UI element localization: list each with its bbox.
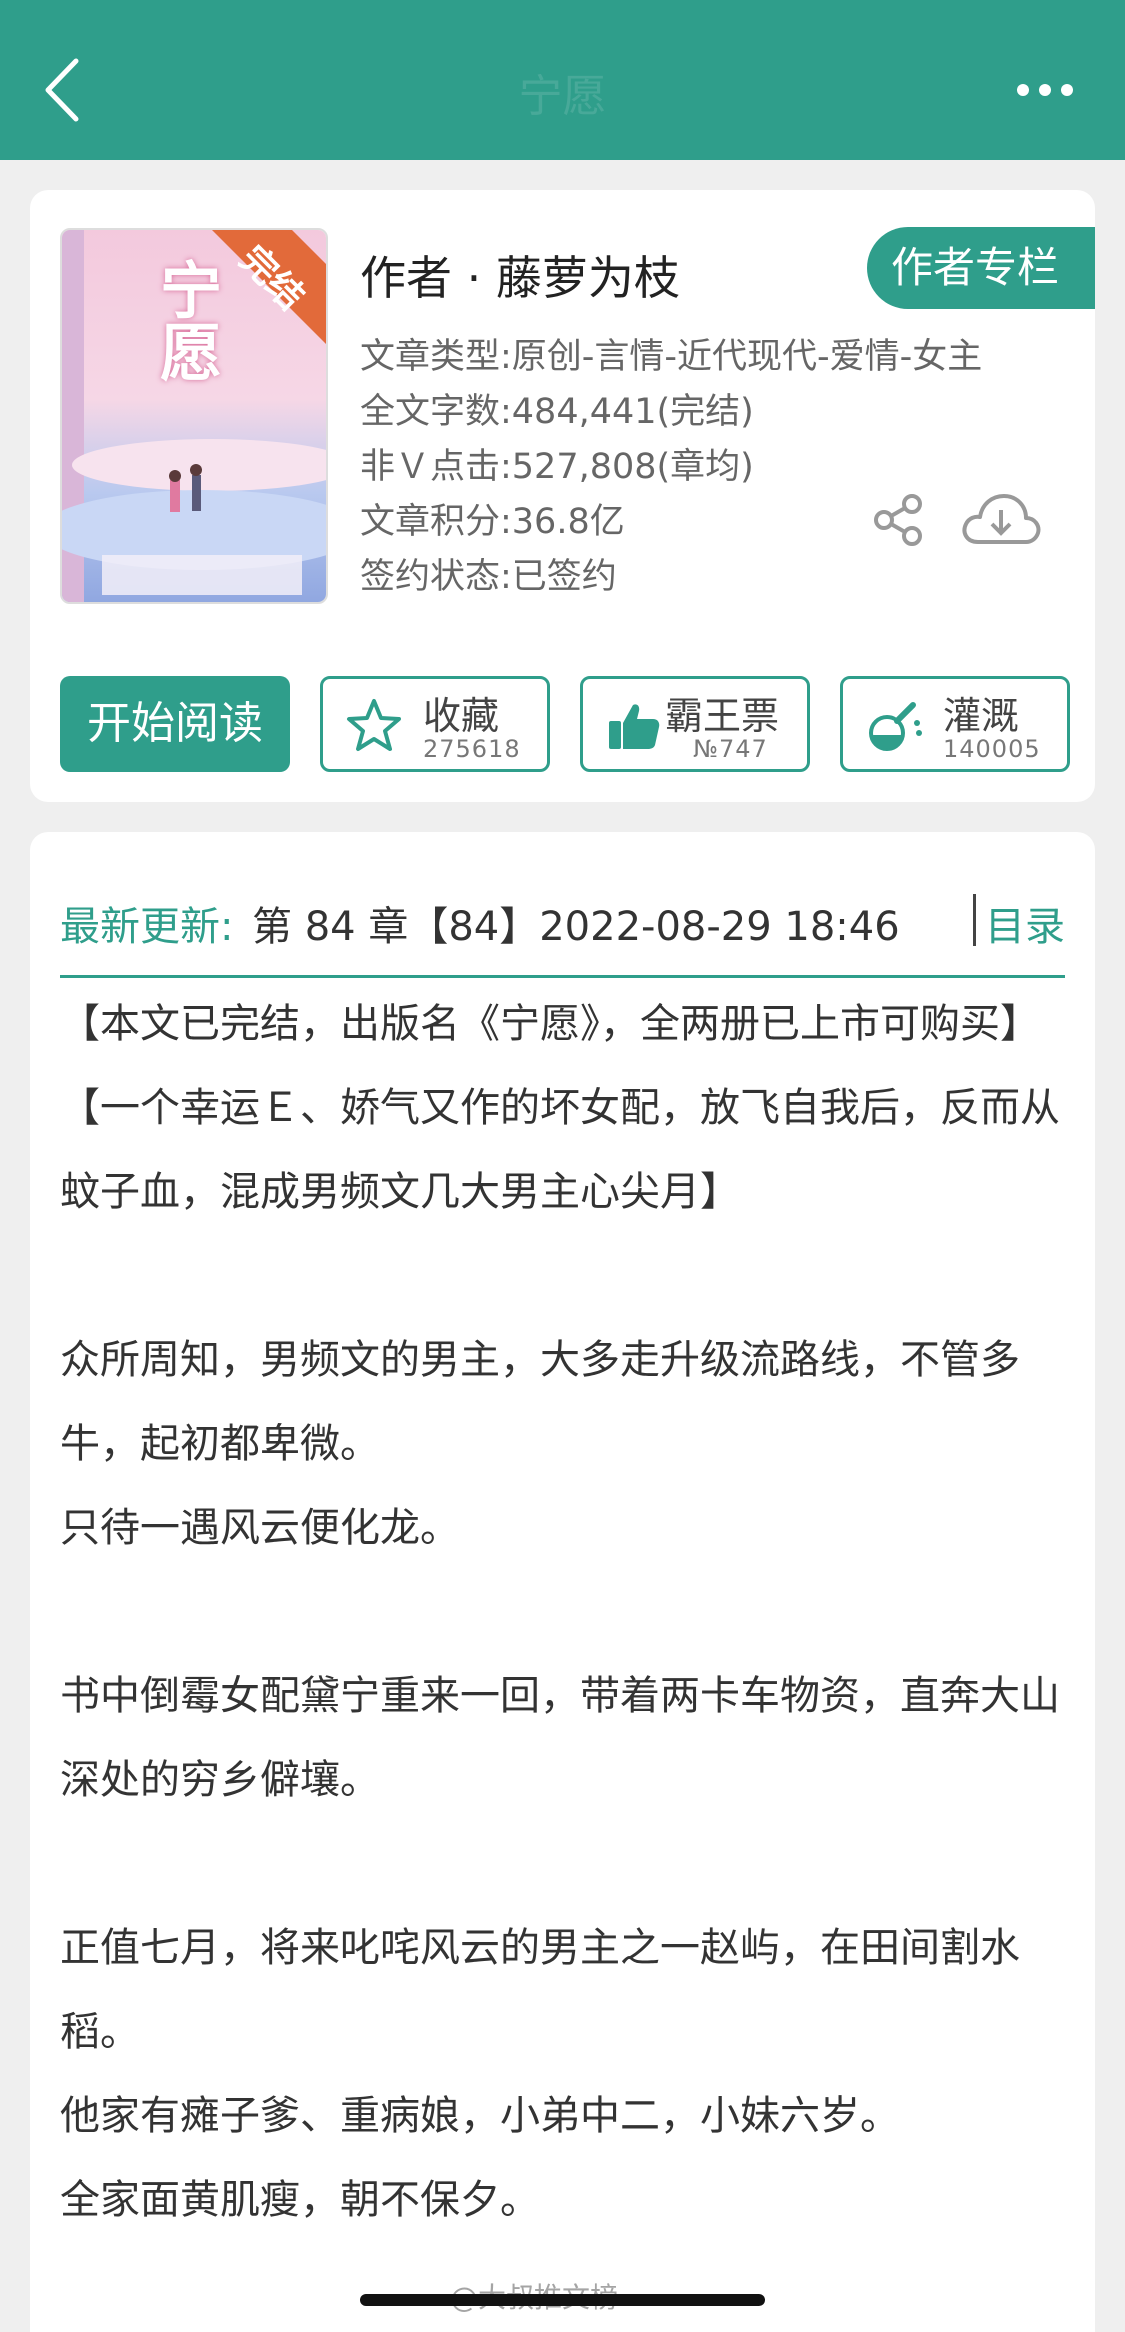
author-column-button[interactable]: 作者专栏 (867, 227, 1095, 309)
meta-type: 文章类型:原创-言情-近代现代-爱情-女主 (360, 337, 983, 377)
cloud-download-icon (962, 494, 1041, 544)
download-button[interactable] (960, 488, 1042, 550)
collect-count: 275618 (423, 735, 521, 763)
share-icon (874, 494, 922, 546)
chevron-left-icon (45, 58, 79, 122)
more-button[interactable] (1015, 80, 1075, 100)
table-of-contents-link[interactable]: 目录 (985, 894, 1065, 952)
thumbs-up-icon (609, 704, 660, 749)
share-button[interactable] (870, 492, 926, 548)
synopsis-line: 书中倒霉女配黛宁重来一回，带着两卡车物资，直奔大山深处的穷乡僻壤。 (60, 1673, 1060, 1803)
vote-label: 霸王票 (665, 694, 780, 738)
meta-sign-status: 签约状态:已签约 (360, 557, 617, 597)
author-name[interactable]: 作者 · 藤萝为枝 (360, 242, 680, 308)
book-info-card: 宁愿 完结 作者 · 藤萝为枝 作者专栏 文章类型:原创-言情-近代现代-爱情-… (30, 190, 1095, 802)
synopsis-line: 【一个幸运Ｅ、娇气又作的坏女配，放飞自我后，反而从蚊子血，混成男频文几大男主心尖… (60, 1085, 1060, 1215)
meta-word-count: 全文字数:484,441(完结) (360, 392, 754, 432)
top-nav-bar: 宁愿 (0, 0, 1125, 160)
synopsis-card: 最新更新: 第 84 章【84】2022-08-29 18:46 目录 【本文已… (30, 832, 1095, 2332)
nutrient-count: 140005 (943, 735, 1041, 763)
vote-button[interactable]: 霸王票 №747 (580, 676, 810, 772)
book-synopsis: 【本文已完结，出版名《宁愿》，全两册已上市可购买】 【一个幸运Ｅ、娇气又作的坏女… (60, 982, 1070, 2242)
home-indicator[interactable] (360, 2294, 765, 2306)
latest-update-row[interactable]: 最新更新: 第 84 章【84】2022-08-29 18:46 目录 (60, 862, 1065, 978)
meta-clicks: 非Ｖ点击:527,808(章均) (360, 447, 754, 487)
book-meta: 文章类型:原创-言情-近代现代-爱情-女主 全文字数:484,441(完结) 非… (360, 330, 982, 605)
star-icon (347, 699, 401, 751)
latest-update-label: 最新更新: (60, 904, 234, 950)
nutrient-label: 灌溉 (943, 694, 1020, 738)
vote-count: №747 (693, 735, 768, 763)
synopsis-line: 只待一遇风云便化龙。 (60, 1505, 460, 1551)
synopsis-line: 众所周知，男频文的男主，大多走升级流路线，不管多牛，起初都卑微。 (60, 1337, 1020, 1467)
book-cover[interactable]: 宁愿 完结 (60, 228, 328, 604)
latest-update-value[interactable]: 第 84 章【84】2022-08-29 18:46 (252, 894, 900, 952)
synopsis-line: 全家面黄肌瘦，朝不保夕。 (60, 2177, 540, 2223)
synopsis-line: 他家有瘫子爹、重病娘，小弟中二，小妹六岁。 (60, 2093, 900, 2139)
nutrient-button[interactable]: 灌溉 140005 (840, 676, 1070, 772)
collect-button[interactable]: 收藏 275618 (320, 676, 550, 772)
collect-label: 收藏 (423, 694, 500, 738)
more-dots-icon (1017, 84, 1073, 96)
synopsis-line: 【本文已完结，出版名《宁愿》，全两册已上市可购买】 (60, 1001, 1040, 1047)
watering-flask-icon (869, 702, 922, 751)
divider (973, 894, 976, 946)
synopsis-line: 正值七月，将来叱咤风云的男主之一赵屿，在田间割水稻。 (60, 1925, 1020, 2055)
synopsis-line (60, 1822, 1070, 1906)
start-reading-button[interactable]: 开始阅读 (60, 676, 290, 772)
nav-title: 宁愿 (518, 71, 607, 122)
back-button[interactable] (40, 55, 90, 125)
cover-title: 宁愿 (149, 258, 222, 382)
synopsis-line (60, 1570, 1070, 1654)
synopsis-line (60, 1234, 1070, 1318)
